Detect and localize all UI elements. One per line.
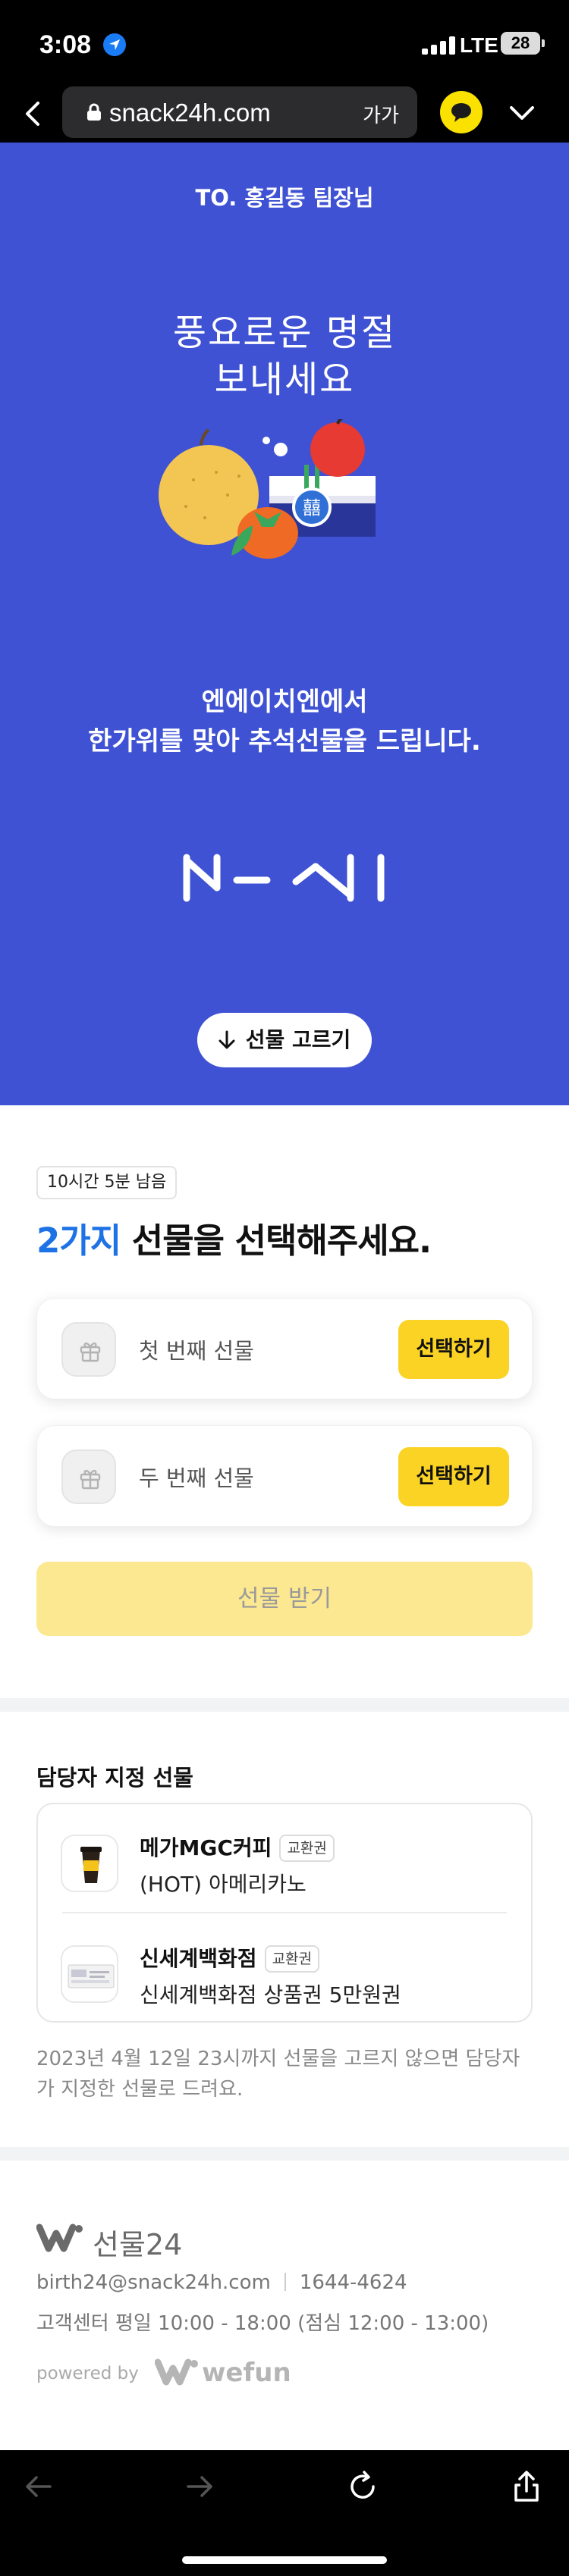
service-hours: 고객센터 평일 10:00 - 18:00 (점심 12:00 - 13:00)	[36, 2312, 489, 2335]
gift-slot-2: 두 번째 선물 선택하기	[36, 1425, 533, 1527]
powered-by-label: powered by	[36, 2364, 139, 2383]
select-gift-1-button[interactable]: 선택하기	[398, 1320, 509, 1379]
hero-title-line-1: 풍요로운 명절	[172, 312, 397, 354]
selection-count: 2가지	[36, 1221, 121, 1261]
kakao-chat-button[interactable]	[440, 91, 483, 133]
gift-slot-label: 두 번째 선물	[139, 1465, 254, 1491]
item-divider	[62, 1912, 507, 1913]
brand-name-text: 신세계백화점	[140, 1946, 257, 1971]
gift-card-icon	[61, 1945, 118, 2003]
contact-phone[interactable]: 1644-4624	[300, 2271, 407, 2294]
cellular-signal-icon	[422, 36, 455, 55]
location-arrow-icon	[103, 33, 126, 56]
reload-icon[interactable]	[344, 2468, 381, 2505]
forward-arrow-icon[interactable]	[182, 2468, 218, 2505]
wefun-logo: wefun	[154, 2358, 291, 2388]
hero-message: 엔에이치엔에서 한가위를 맞아 추석선물을 드립니다.	[0, 682, 569, 761]
time-remaining-badge: 10시간 5분 남음	[36, 1166, 178, 1199]
product-name: 신세계백화점 상품권 5만원권	[140, 1982, 401, 2007]
selection-title-text: 선물을 선택해주세요.	[121, 1221, 432, 1261]
manager-gift-title: 담당자 지정 선물	[36, 1765, 193, 1791]
hero-title: 풍요로운 명절 보내세요	[0, 309, 569, 403]
text-size-button[interactable]: 가가	[363, 100, 399, 128]
speech-bubble-icon	[451, 103, 471, 122]
contact-info: birth24@snack24h.com 1644-4624	[36, 2271, 407, 2294]
seal-character: 囍	[303, 497, 321, 519]
browser-bottom-toolbar	[0, 2450, 569, 2576]
holiday-gift-illustration: 囍	[159, 419, 376, 559]
hero-title-line-2: 보내세요	[214, 359, 355, 401]
back-chevron-icon[interactable]	[17, 97, 50, 130]
lock-icon	[87, 103, 101, 121]
voucher-badge: 교환권	[279, 1835, 335, 1862]
contact-email[interactable]: birth24@snack24h.com	[36, 2271, 271, 2294]
w-logo-icon	[154, 2358, 198, 2386]
home-indicator[interactable]	[182, 2556, 387, 2564]
status-bar: 3:08 LTE 28	[0, 0, 569, 83]
manager-gift-item: 메가MGC커피 교환권 (HOT) 아메리카노	[38, 1812, 531, 1910]
nhn-logo	[183, 854, 385, 902]
product-name: (HOT) 아메리카노	[140, 1872, 307, 1897]
receive-gift-button[interactable]: 선물 받기	[36, 1562, 533, 1636]
wefun-logo-text: wefun	[202, 2358, 291, 2388]
w-logo-icon	[36, 2223, 83, 2252]
pick-gift-label: 선물 고르기	[245, 1027, 351, 1052]
hero-message-line-2: 한가위를 맞아 추석선물을 드립니다.	[88, 726, 481, 757]
network-type: LTE	[460, 33, 498, 57]
browser-toolbar: snack24h.com 가가	[0, 83, 569, 143]
selection-title: 2가지 선물을 선택해주세요.	[36, 1213, 432, 1262]
contact-separator	[284, 2273, 286, 2291]
brand-name: 메가MGC커피 교환권	[140, 1832, 335, 1862]
gift-icon	[61, 1322, 116, 1377]
manager-gift-notice: 2023년 4월 12일 23시까지 선물을 고르지 않으면 담당자가 지정한 …	[36, 2048, 520, 2101]
back-arrow-icon[interactable]	[20, 2468, 56, 2505]
gift-icon	[61, 1449, 116, 1504]
hero-message-line-1: 엔에이치엔에서	[201, 687, 368, 717]
brand-name-text: 선물24	[93, 2228, 183, 2261]
manager-gift-card: 메가MGC커피 교환권 (HOT) 아메리카노 신세계백화점 교환권 신세계백화점 …	[36, 1803, 533, 2023]
section-divider	[0, 1698, 569, 1712]
hero-banner: TO. 홍길동 팀장님 풍요로운 명절 보내세요 囍 엔에이치엔에서 한가위를 …	[0, 143, 569, 1105]
pick-gift-button[interactable]: 선물 고르기	[197, 1013, 372, 1067]
gift-slot-1: 첫 번째 선물 선택하기	[36, 1298, 533, 1399]
manager-gift-item: 신세계백화점 교환권 신세계백화점 상품권 5만원권	[38, 1923, 531, 2021]
gift-slot-label: 첫 번째 선물	[139, 1338, 254, 1364]
voucher-badge: 교환권	[264, 1945, 320, 1973]
brand-name: 신세계백화점 교환권	[140, 1942, 320, 1973]
chevron-down-icon[interactable]	[505, 97, 539, 130]
url-text: snack24h.com	[109, 99, 271, 127]
battery-icon: 28	[501, 32, 545, 55]
select-gift-2-button[interactable]: 선택하기	[398, 1447, 509, 1506]
recipient-label: TO. 홍길동 팀장님	[195, 185, 374, 211]
brand-name-text: 메가MGC커피	[140, 1835, 272, 1860]
share-icon[interactable]	[508, 2468, 545, 2505]
section-divider	[0, 2147, 569, 2161]
coffee-cup-icon	[61, 1835, 118, 1892]
address-bar[interactable]: snack24h.com 가가	[62, 86, 417, 138]
arrow-down-icon	[218, 1030, 235, 1049]
status-time: 3:08	[39, 30, 92, 59]
